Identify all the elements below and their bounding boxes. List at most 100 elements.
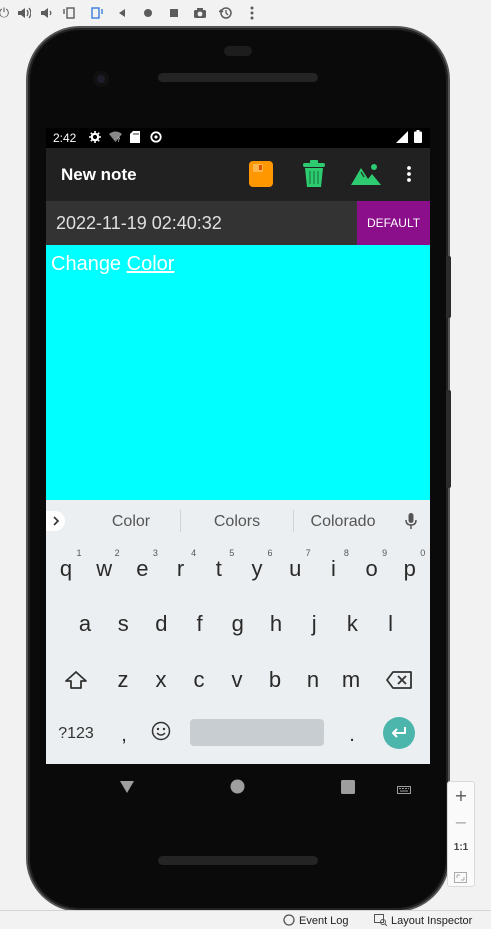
key-n[interactable]: n [295,667,331,693]
expand-toolbar-icon[interactable] [46,511,65,531]
key-j[interactable]: j [296,611,332,637]
key-d[interactable]: d [143,611,179,637]
nav-home-icon[interactable] [230,779,245,798]
suggestion-divider [293,510,294,532]
key-y[interactable]: y [239,556,275,582]
key-u[interactable]: u [277,556,313,582]
key-hint-number: 3 [152,548,158,558]
key-hint-number: 7 [305,548,311,558]
comma-key[interactable]: , [106,724,142,747]
volume-up-icon[interactable] [14,3,34,23]
key-hint-number: 1 [76,548,82,558]
page-title: New note [61,165,137,184]
key-t[interactable]: t [201,556,237,582]
soft-keyboard: Color Colors Colorado ?123 , . q 1 w 2 e… [46,500,430,764]
status-time: 2:42 [53,131,77,145]
key-r[interactable]: r [163,556,199,582]
zoom-controls: + − 1:1 [447,781,475,887]
space-key[interactable] [190,719,324,746]
key-i[interactable]: i [315,556,351,582]
enter-key-icon[interactable] [383,717,415,749]
key-x[interactable]: x [143,667,179,693]
event-log-button[interactable]: Event Log [299,915,349,927]
battery-icon [414,130,422,146]
key-z[interactable]: z [105,667,141,693]
key-k[interactable]: k [334,611,370,637]
overflow-menu-icon[interactable] [407,165,411,187]
key-l[interactable]: l [373,611,409,637]
rotate-right-icon[interactable] [86,3,106,23]
key-c[interactable]: c [181,667,217,693]
key-hint-number: 6 [267,548,273,558]
app-bar: New note [46,148,430,201]
symbols-key[interactable]: ?123 [56,725,96,743]
layout-inspector-icon[interactable] [374,914,388,929]
back-icon[interactable] [112,3,132,23]
key-w[interactable]: w [86,556,122,582]
suggestion-1[interactable]: Color [106,513,156,531]
keyboard-switch-icon[interactable] [397,781,411,800]
suggestion-strip: Color Colors Colorado [46,500,430,543]
signal-icon [396,131,408,146]
key-s[interactable]: s [105,611,141,637]
key-hint-number: 2 [114,548,120,558]
nav-overview-icon[interactable] [341,779,355,798]
save-note-icon[interactable] [248,160,274,192]
key-v[interactable]: v [219,667,255,693]
key-hint-number: 9 [382,548,388,558]
nav-back-icon[interactable] [119,779,135,798]
key-o[interactable]: o [354,556,390,582]
note-body-input[interactable]: Change Color [46,245,430,500]
note-text: Change Color [51,253,174,276]
note-date-bar: 2022-11-19 02:40:32 DEFAULT [46,201,430,245]
overview-icon[interactable] [164,3,184,23]
microphone-icon[interactable] [405,513,417,534]
key-g[interactable]: g [220,611,256,637]
key-a[interactable]: a [67,611,103,637]
suggestion-3[interactable]: Colorado [304,513,382,531]
snapshot-restore-icon[interactable] [216,3,236,23]
period-key[interactable]: . [334,724,370,747]
suggestion-2[interactable]: Colors [206,513,268,531]
key-hint-number: 4 [191,548,197,558]
suggestion-divider [180,510,181,532]
zoom-in-icon[interactable]: + [452,786,470,805]
default-color-button[interactable]: DEFAULT [357,201,430,245]
emoji-key-icon[interactable] [151,721,171,745]
earpiece-slot [224,46,252,56]
key-p[interactable]: p [392,556,428,582]
layout-inspector-button[interactable]: Layout Inspector [391,915,472,927]
key-h[interactable]: h [258,611,294,637]
note-text-plain: Change [51,253,127,275]
delete-note-icon[interactable] [301,160,327,192]
image-icon[interactable] [351,162,381,190]
key-hint-number: 5 [229,548,235,558]
key-hint-number: 0 [420,548,426,558]
key-m[interactable]: m [333,667,369,693]
volume-side-button [446,390,451,488]
zoom-fit-icon[interactable] [454,868,467,887]
backspace-key-icon[interactable] [386,671,412,693]
key-b[interactable]: b [257,667,293,693]
ide-status-bar: Event Log Layout Inspector [0,910,491,929]
home-icon[interactable] [138,3,158,23]
key-e[interactable]: e [124,556,160,582]
note-date: 2022-11-19 02:40:32 [56,213,222,233]
event-log-icon[interactable] [283,914,295,929]
shift-key-icon[interactable] [64,670,88,694]
zoom-out-icon[interactable]: − [452,813,470,832]
power-side-button [446,256,451,318]
note-text-composing-word: Color [126,253,175,275]
rotate-left-icon[interactable] [60,3,80,23]
more-options-icon[interactable] [242,3,262,23]
key-hint-number: 8 [343,548,349,558]
volume-down-icon[interactable] [36,3,56,23]
key-q[interactable]: q [48,556,84,582]
camera-icon[interactable] [190,3,210,23]
power-icon[interactable]: ⏻ [0,3,14,23]
zoom-ratio-button[interactable]: 1:1 [450,842,472,853]
device-screen: 2:42 ? New note 2022-11-19 02:40:32 DEFA… [46,128,430,764]
front-camera [93,71,109,87]
key-f[interactable]: f [182,611,218,637]
sd-card-icon [130,131,140,146]
